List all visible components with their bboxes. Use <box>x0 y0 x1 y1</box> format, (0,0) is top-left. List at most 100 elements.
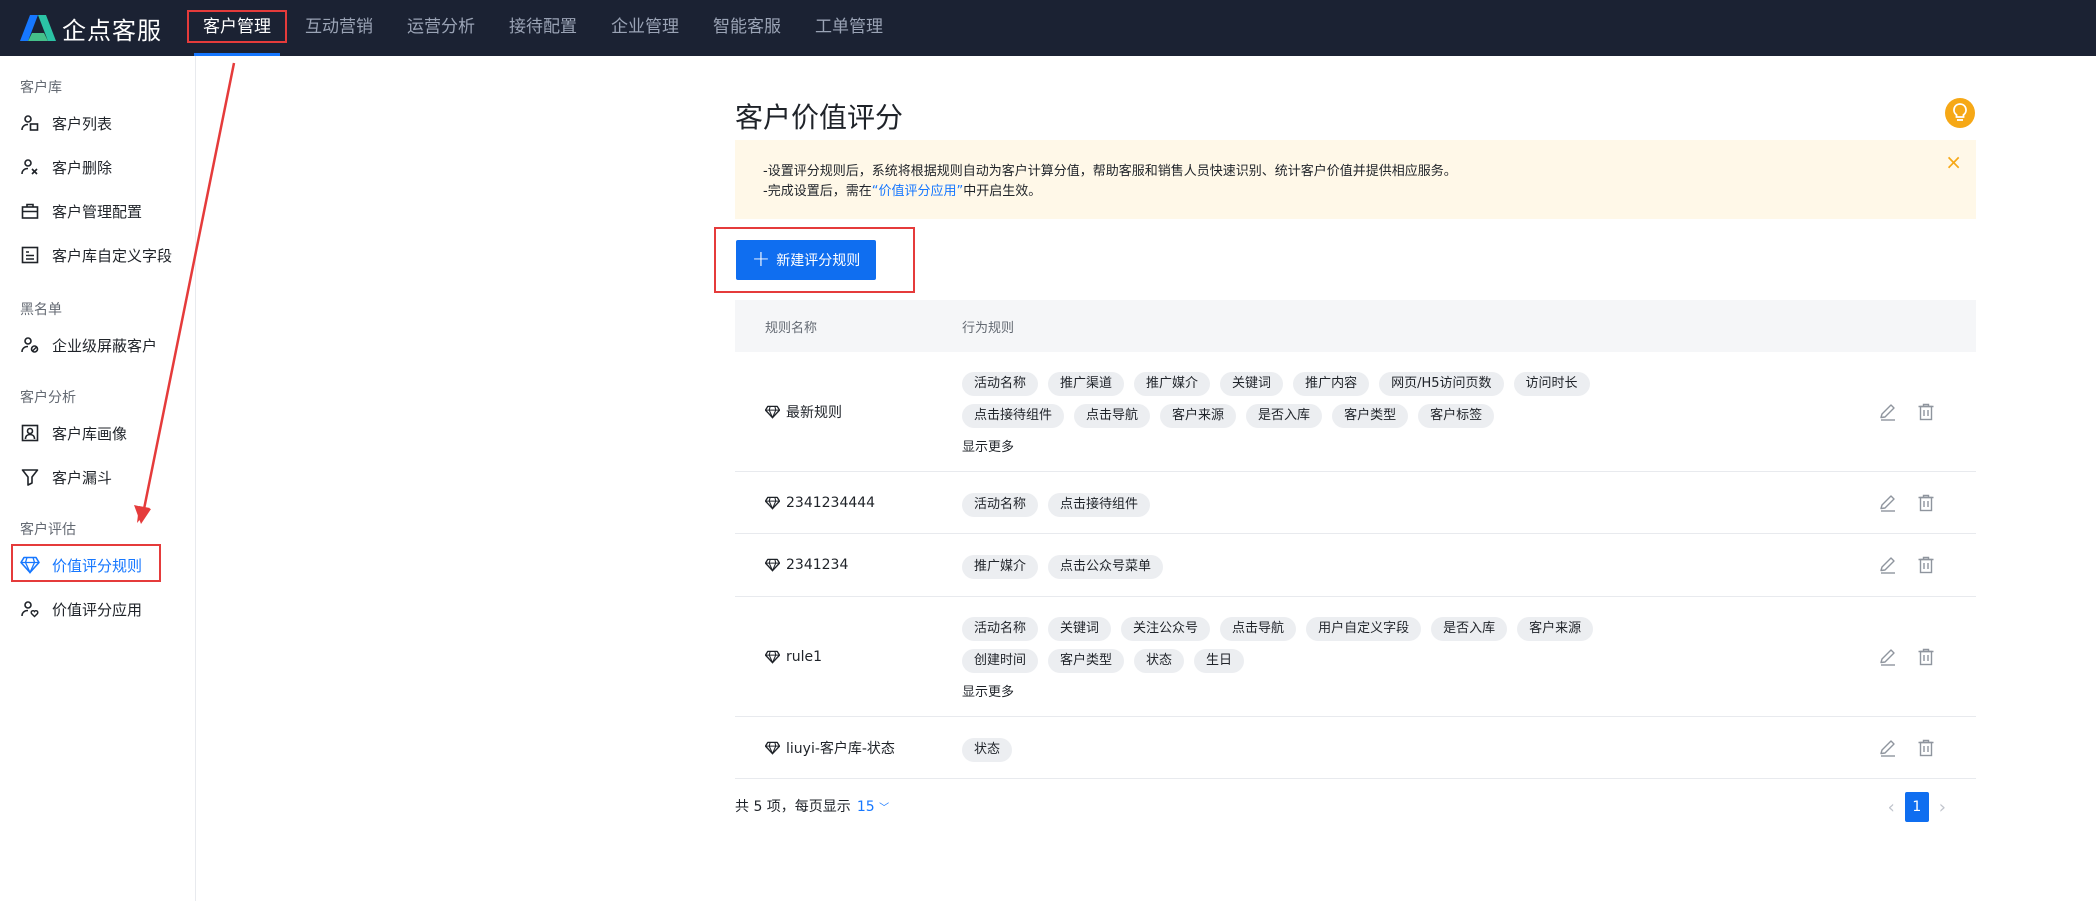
sidebar-item-label: 客户删除 <box>52 158 113 177</box>
delete-icon[interactable] <box>1916 493 1936 513</box>
sidebar-item[interactable]: 客户库自定义字段 <box>20 242 172 268</box>
prev-page-icon[interactable]: ‹ <box>1888 797 1895 818</box>
edit-icon[interactable] <box>1878 738 1898 758</box>
rule-tag: 活动名称 <box>962 492 1039 517</box>
nav-tab-4[interactable]: 接待配置 <box>496 0 590 56</box>
logo-text: 企点客服 <box>62 16 162 45</box>
rule-name: liuyi-客户库-状态 <box>786 740 895 757</box>
table-row: liuyi-客户库-状态 状态 <box>735 717 1976 779</box>
table-header: 规则名称 行为规则 <box>735 300 1976 352</box>
show-more-link[interactable]: 显示更多 <box>962 681 1842 700</box>
user-block-icon <box>20 335 40 355</box>
sidebar-item[interactable]: 价值评分规则 <box>20 552 142 578</box>
table-row: 最新规则 活动名称 推广渠道 推广媒介 关键词 推广内容 网页/H5访问页数 访问时长 点击接待… <box>735 352 1976 472</box>
lightbulb-icon[interactable] <box>1945 98 1975 128</box>
table-row: 2341234 推广媒介 点击公众号菜单 <box>735 534 1976 597</box>
column-header-name: 规则名称 <box>765 320 818 336</box>
sidebar-item-label: 客户列表 <box>52 114 113 133</box>
notice-line-1: -设置评分规则后，系统将根据规则自动为客户计算分值，帮助客服和销售人员快速识别、… <box>763 164 1457 179</box>
table-row: rule1 活动名称 关键词 关注公众号 点击导航 用户自定义字段 是否入库 客户来源 创建时间… <box>735 597 1976 717</box>
new-score-rule-button[interactable]: + 新建评分规则 <box>736 240 876 280</box>
rule-tag: 客户标签 <box>1418 404 1495 428</box>
rule-tag: 点击接待组件 <box>1048 492 1151 517</box>
rule-tag: 客户类型 <box>1048 649 1125 673</box>
row-actions <box>1878 493 1936 513</box>
sidebar-item-label: 价值评分应用 <box>52 600 143 619</box>
nav-tab-5[interactable]: 企业管理 <box>598 0 692 56</box>
delete-icon[interactable] <box>1916 555 1936 575</box>
sidebar-item-label: 客户库自定义字段 <box>52 246 173 265</box>
rule-tag: 推广媒介 <box>1134 372 1211 396</box>
rule-tags-cell: 状态 <box>962 720 1842 776</box>
rule-tags-cell: 活动名称 关键词 关注公众号 点击导航 用户自定义字段 是否入库 客户来源 创建时间 客户类型状… <box>962 599 1842 714</box>
nav-tab-6[interactable]: 智能客服 <box>700 0 794 56</box>
rule-tag: 状态 <box>962 737 1013 762</box>
show-more-link[interactable]: 显示更多 <box>962 436 1842 455</box>
customer-list-icon <box>20 113 40 133</box>
highlight-box-nav <box>187 10 287 43</box>
diamond-icon <box>765 650 780 664</box>
sidebar-item-label: 客户库画像 <box>52 424 128 443</box>
sidebar-item[interactable]: 企业级屏蔽客户 <box>20 332 157 358</box>
edit-icon[interactable] <box>1878 493 1898 513</box>
column-header-rules: 行为规则 <box>962 320 1015 336</box>
page-title: 客户价值评分 <box>735 101 904 134</box>
close-icon[interactable]: × <box>1945 152 1962 172</box>
rule-tag: 状态 <box>1134 649 1185 673</box>
edit-icon[interactable] <box>1878 647 1898 667</box>
portrait-icon <box>20 423 40 443</box>
rule-tag: 网页/H5访问页数 <box>1379 372 1504 396</box>
notice-banner: -设置评分规则后，系统将根据规则自动为客户计算分值，帮助客服和销售人员快速识别、… <box>735 140 1976 219</box>
row-actions <box>1878 555 1936 575</box>
rule-tag: 是否入库 <box>1431 617 1508 641</box>
rule-tag: 关键词 <box>1048 617 1112 641</box>
sidebar-item[interactable]: 客户删除 <box>20 154 112 180</box>
nav-tab-1[interactable]: 客户管理 <box>187 0 287 56</box>
rule-tag: 推广渠道 <box>1048 372 1125 396</box>
edit-icon[interactable] <box>1878 402 1898 422</box>
sidebar-item[interactable]: 客户管理配置 <box>20 198 142 224</box>
sidebar-item[interactable]: 客户列表 <box>20 110 112 136</box>
logo-icon <box>20 15 56 41</box>
app-logo[interactable]: 企点客服 <box>18 10 162 46</box>
page-number-button[interactable]: 1 <box>1904 792 1929 822</box>
sidebar-group-label: 客户分析 <box>20 390 76 406</box>
rule-tag: 活动名称 <box>962 617 1039 641</box>
page-size-select[interactable]: 15 ﹀ <box>857 799 889 815</box>
rule-tag: 推广媒介 <box>962 555 1039 579</box>
user-heart-icon <box>20 599 40 619</box>
row-actions <box>1878 738 1936 758</box>
plus-icon: + <box>751 247 771 272</box>
nav-tab-7[interactable]: 工单管理 <box>802 0 896 56</box>
rule-tag: 点击导航 <box>1220 617 1297 641</box>
rule-tag: 推广内容 <box>1293 372 1370 396</box>
rule-tags-cell: 活动名称 推广渠道 推广媒介 关键词 推广内容 网页/H5访问页数 访问时长 点击接待组件 点击… <box>962 354 1842 469</box>
top-navbar: 企点客服 客户管理 互动营销 运营分析 接待配置 企业管理 智能客服 工单管理 <box>0 0 2096 56</box>
diamond-icon <box>765 558 780 572</box>
rule-name-cell: 2341234 <box>735 557 962 573</box>
delete-icon[interactable] <box>1916 647 1936 667</box>
rules-table: 规则名称 行为规则 最新规则 活动名称 推广渠道 推广媒介 关键词 推广内容 网页/H5访问… <box>735 300 1976 779</box>
delete-icon[interactable] <box>1916 738 1936 758</box>
sidebar-group-label: 客户库 <box>20 80 62 96</box>
sidebar-item[interactable]: 价值评分应用 <box>20 596 142 622</box>
sidebar-group-label: 黑名单 <box>20 302 62 318</box>
briefcase-icon <box>20 201 40 221</box>
value-score-app-link[interactable]: “价值评分应用” <box>872 184 963 199</box>
sidebar: 客户库客户列表客户删除客户管理配置客户库自定义字段黑名单企业级屏蔽客户客户分析客… <box>0 56 196 901</box>
rule-tag: 点击导航 <box>1074 404 1151 428</box>
rule-tag: 用户自定义字段 <box>1306 617 1422 641</box>
nav-tab-3[interactable]: 运营分析 <box>394 0 488 56</box>
delete-icon[interactable] <box>1916 402 1936 422</box>
edit-icon[interactable] <box>1878 555 1898 575</box>
rule-tag: 客户来源 <box>1517 617 1594 641</box>
user-delete-icon <box>20 157 40 177</box>
next-page-icon[interactable]: › <box>1939 797 1946 818</box>
rule-tag: 创建时间 <box>962 649 1039 673</box>
sidebar-item[interactable]: 客户漏斗 <box>20 464 112 490</box>
sidebar-item[interactable]: 客户库画像 <box>20 420 127 446</box>
nav-tab-2[interactable]: 互动营销 <box>292 0 386 56</box>
diamond-icon <box>765 741 780 755</box>
rule-name: 2341234 <box>786 557 849 573</box>
rule-name: 最新规则 <box>786 404 842 421</box>
